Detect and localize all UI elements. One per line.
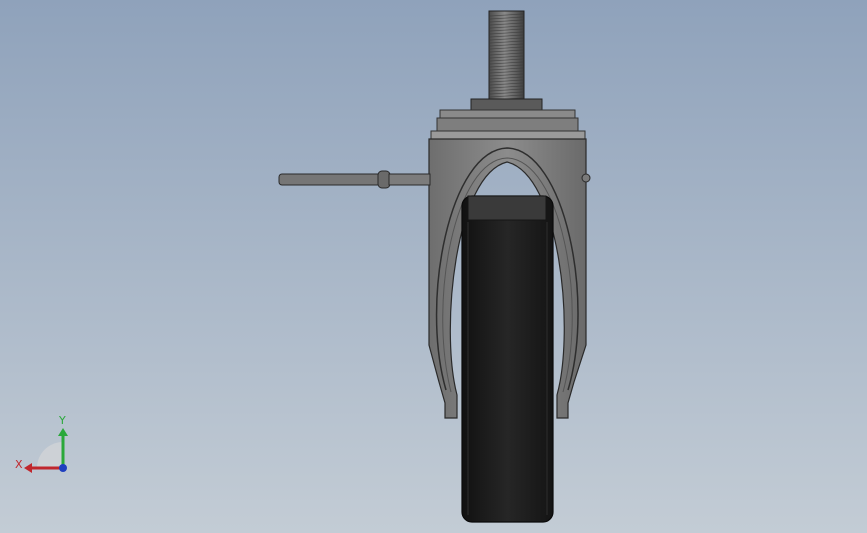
y-axis-arrowhead [58,428,68,436]
x-axis-arrowhead [24,463,32,473]
y-axis-label: Y [58,414,66,427]
axis-triad: Y X [15,414,68,473]
z-axis-dot [59,464,67,472]
axle-bolt-head [581,173,591,183]
wheel [461,195,554,523]
caster-model[interactable] [0,0,867,533]
triad-plane [37,442,63,468]
threaded-stem [488,10,525,102]
wheel-hub-top [467,195,547,221]
brake-lever[interactable] [278,170,431,189]
stem-nut [430,98,586,140]
x-axis-label: X [15,458,23,471]
cad-viewport[interactable]: Y X [0,0,867,533]
